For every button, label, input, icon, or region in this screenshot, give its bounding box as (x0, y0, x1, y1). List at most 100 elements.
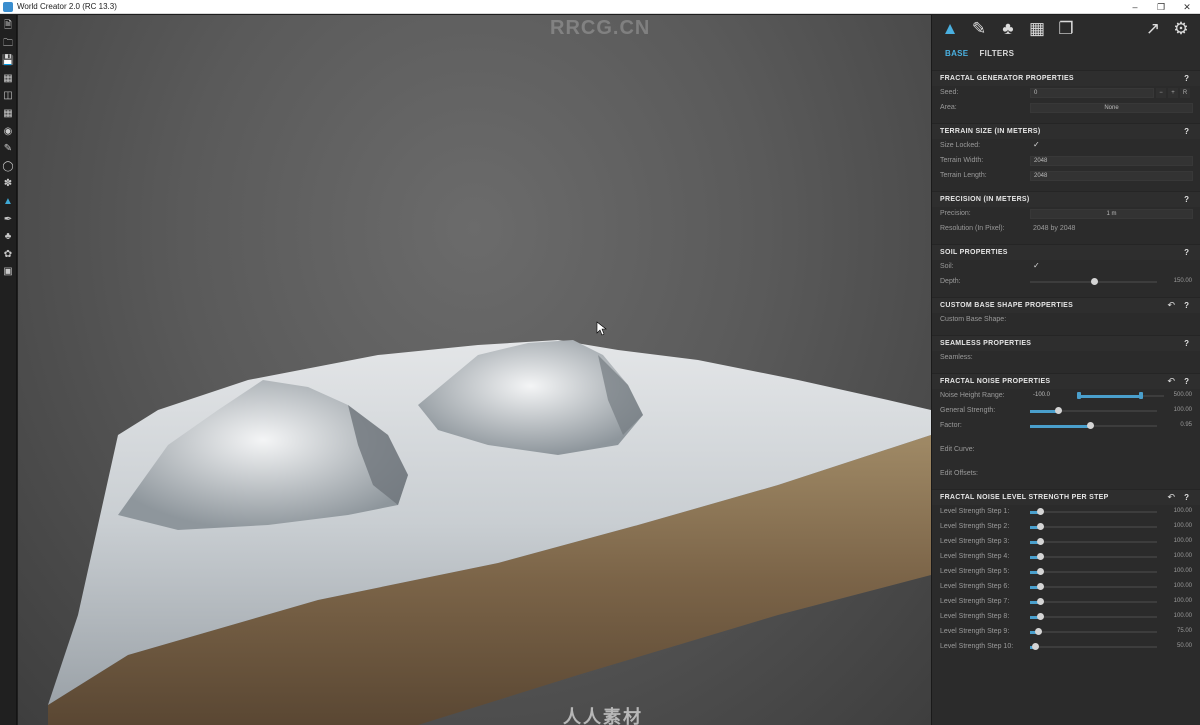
gear-flower-icon[interactable]: ✽ (2, 176, 15, 191)
seed-input[interactable]: 0 (1030, 88, 1154, 98)
forest-icon[interactable]: ♣ (2, 229, 15, 244)
level-strength-step-row: Level Strength Step 6: 100.00 (940, 583, 1192, 590)
level-strength-knob[interactable] (1032, 643, 1040, 650)
maximize-button[interactable]: ❐ (1148, 0, 1174, 14)
close-button[interactable]: ✕ (1174, 0, 1200, 14)
mountain-icon[interactable]: ▲ (2, 194, 15, 209)
factor-slider[interactable] (1030, 422, 1157, 429)
map-icon[interactable]: ◫ (2, 88, 15, 103)
height-range-min-value[interactable]: -100.0 (1033, 392, 1050, 398)
level-strength-slider[interactable] (1030, 538, 1157, 545)
level-strength-slider[interactable] (1030, 598, 1157, 605)
help-icon[interactable]: ? (1184, 377, 1189, 386)
save-as-icon[interactable]: ▦ (2, 71, 15, 86)
section-seamless[interactable]: SEAMLESS PROPERTIES ? (932, 335, 1200, 351)
section-fractal-generator[interactable]: FRACTAL GENERATOR PROPERTIES ? (932, 70, 1200, 86)
settings-gear-icon[interactable]: ⚙ (1170, 18, 1192, 40)
level-strength-slider[interactable] (1030, 628, 1157, 635)
seed-random-button[interactable]: R (1180, 88, 1190, 98)
help-icon[interactable]: ? (1184, 493, 1189, 502)
tab-filters[interactable]: FILTERS (979, 49, 1014, 58)
brush-icon[interactable]: ✎ (968, 18, 990, 40)
export-icon[interactable]: ↗ (1142, 18, 1164, 40)
reset-icon[interactable]: ↶ (1167, 492, 1175, 503)
section-level-strength[interactable]: FRACTAL NOISE LEVEL STRENGTH PER STEP ↶ … (932, 489, 1200, 505)
factor-row: Factor: 0.95 (940, 422, 1192, 429)
general-strength-slider[interactable] (1030, 407, 1157, 414)
terrain-length-input[interactable]: 2048 (1030, 171, 1193, 181)
globe-icon[interactable]: ◯ (2, 159, 15, 174)
map-icon[interactable]: ▦ (1026, 18, 1048, 40)
terrain-map-icon[interactable]: ▦ (2, 106, 15, 121)
level-strength-step-row: Level Strength Step 2: 100.00 (940, 523, 1192, 530)
3d-viewport[interactable]: RRCG.CN 人人素材 (18, 15, 931, 725)
level-strength-slider[interactable] (1030, 508, 1157, 515)
level-strength-knob[interactable] (1037, 598, 1045, 605)
level-strength-knob[interactable] (1037, 613, 1045, 620)
level-strength-slider[interactable] (1030, 523, 1157, 530)
trees-icon[interactable]: ♣ (997, 18, 1019, 40)
section-custom-base-shape[interactable]: CUSTOM BASE SHAPE PROPERTIES ↶ ? (932, 297, 1200, 313)
terrain-mountain-icon[interactable]: ▲ (939, 18, 961, 40)
depth-slider[interactable] (1030, 278, 1157, 285)
terrain-width-input[interactable]: 2048 (1030, 156, 1193, 166)
layers-icon[interactable]: ❐ (1055, 18, 1077, 40)
general-strength-knob[interactable] (1054, 407, 1062, 414)
level-strength-step-row: Level Strength Step 9: 75.00 (940, 628, 1192, 635)
section-soil[interactable]: SOIL PROPERTIES ? (932, 244, 1200, 260)
help-icon[interactable]: ? (1184, 127, 1189, 136)
level-strength-knob[interactable] (1034, 628, 1042, 635)
soil-checkbox[interactable]: ✓ (1033, 261, 1040, 270)
section-precision[interactable]: PRECISION (IN METERS) ? (932, 191, 1200, 207)
edit-offsets-row[interactable]: Edit Offsets: (932, 467, 1200, 482)
general-strength-row: General Strength: 100.00 (940, 407, 1192, 414)
minimize-button[interactable]: – (1122, 0, 1148, 14)
factor-knob[interactable] (1086, 422, 1094, 429)
height-range-max-value: 500.00 (1173, 392, 1192, 398)
new-file-icon[interactable]: 🗎 (2, 18, 15, 33)
help-icon[interactable]: ? (1184, 301, 1189, 310)
area-select[interactable]: None (1030, 103, 1193, 113)
level-strength-knob[interactable] (1037, 508, 1045, 515)
level-strength-slider[interactable] (1030, 553, 1157, 560)
save-icon[interactable]: 💾 (2, 53, 15, 68)
level-strength-knob[interactable] (1037, 523, 1045, 530)
precision-select[interactable]: 1 m (1030, 209, 1193, 219)
level-strength-slider[interactable] (1030, 643, 1157, 650)
resolution-row: Resolution (In Pixel): 2048 by 2048 (940, 225, 1076, 232)
level-strength-slider[interactable] (1030, 583, 1157, 590)
level-strength-knob[interactable] (1037, 538, 1045, 545)
level-strength-knob[interactable] (1037, 568, 1045, 575)
height-range-slider[interactable] (1077, 392, 1164, 399)
seed-increment-button[interactable]: + (1168, 88, 1178, 98)
tab-base[interactable]: BASE (945, 49, 968, 58)
level-strength-step-row: Level Strength Step 5: 100.00 (940, 568, 1192, 575)
section-fractal-noise[interactable]: FRACTAL NOISE PROPERTIES ↶ ? (932, 373, 1200, 389)
level-strength-knob[interactable] (1037, 583, 1045, 590)
edit-curve-row[interactable]: Edit Curve: (932, 443, 1200, 458)
level-strength-knob[interactable] (1037, 553, 1045, 560)
section-terrain-size[interactable]: TERRAIN SIZE (IN METERS) ? (932, 123, 1200, 139)
camera-icon[interactable]: ▣ (2, 264, 15, 279)
grass-icon[interactable]: ✿ (2, 247, 15, 262)
brush-tool-icon[interactable]: ✎ (2, 141, 15, 156)
range-max-handle[interactable] (1139, 392, 1143, 399)
level-strength-slider[interactable] (1030, 613, 1157, 620)
app-icon (3, 1, 13, 12)
reset-icon[interactable]: ↶ (1167, 376, 1175, 387)
help-icon[interactable]: ? (1184, 339, 1189, 348)
binoculars-icon[interactable]: ◉ (2, 124, 15, 139)
pen-icon[interactable]: ✒ (2, 212, 15, 227)
seed-decrement-button[interactable]: − (1156, 88, 1166, 98)
help-icon[interactable]: ? (1184, 248, 1189, 257)
size-locked-checkbox[interactable]: ✓ (1033, 140, 1040, 149)
depth-slider-knob[interactable] (1090, 278, 1098, 285)
reset-icon[interactable]: ↶ (1167, 300, 1175, 311)
seed-row: Seed: 0 − + R (932, 86, 1200, 101)
range-min-handle[interactable] (1077, 392, 1081, 399)
level-strength-value: 100.00 (1173, 523, 1192, 529)
open-folder-icon[interactable]: 🗀 (2, 36, 15, 51)
level-strength-slider[interactable] (1030, 568, 1157, 575)
help-icon[interactable]: ? (1184, 74, 1189, 83)
help-icon[interactable]: ? (1184, 195, 1189, 204)
